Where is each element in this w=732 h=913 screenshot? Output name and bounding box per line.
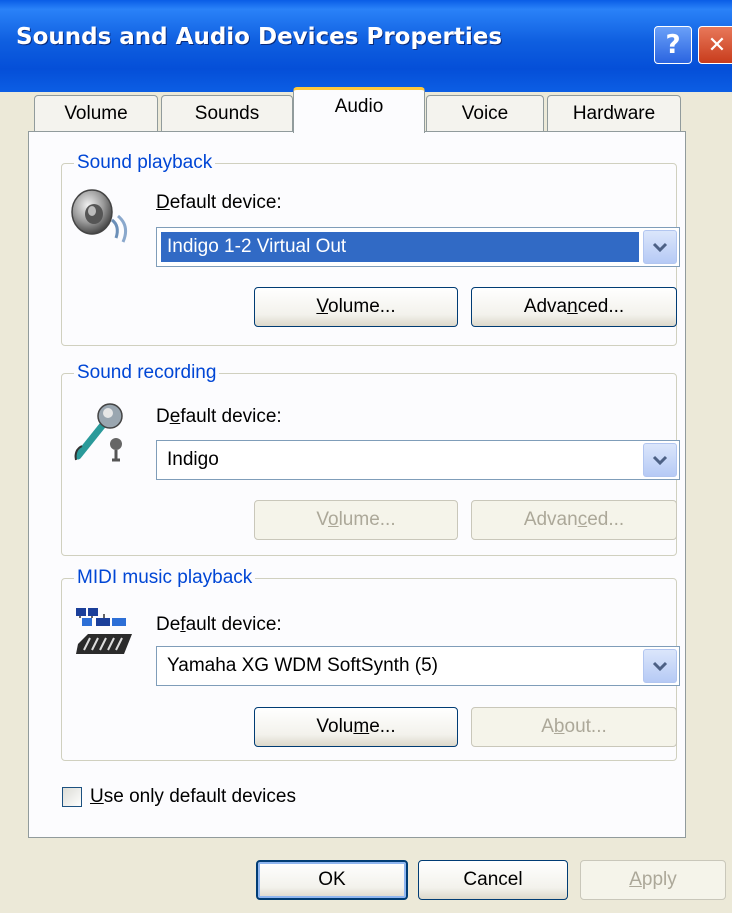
tab-sounds[interactable]: Sounds (161, 95, 293, 131)
apply-button: Apply (580, 860, 726, 900)
midi-default-device-label: Default device: (156, 614, 282, 635)
recording-device-select[interactable]: Indigo (156, 440, 680, 480)
microphone-icon (74, 403, 123, 462)
midi-volume-button[interactable]: Volume... (254, 707, 458, 747)
recording-device-value: Indigo (167, 449, 219, 470)
close-icon: ✕ (707, 32, 727, 58)
playback-device-select[interactable]: Indigo 1-2 Virtual Out (156, 227, 680, 267)
midi-playback-label: MIDI music playback (74, 567, 256, 589)
button-label: Volume... (316, 509, 396, 530)
tab-label: Hardware (572, 102, 656, 124)
tab-label: Audio (334, 96, 384, 117)
sound-playback-label: Sound playback (74, 152, 216, 174)
tab-hardware[interactable]: Hardware (547, 95, 681, 131)
midi-device-value: Yamaha XG WDM SoftSynth (5) (167, 655, 439, 676)
cancel-button[interactable]: Cancel (418, 860, 568, 900)
button-label: Apply (629, 869, 677, 890)
chevron-down-icon[interactable] (643, 230, 677, 264)
tab-label: Volume (64, 102, 128, 124)
use-default-devices-label[interactable]: Use only default devices (90, 786, 296, 808)
button-label: Advanced... (523, 296, 625, 317)
speaker-icon (71, 189, 128, 243)
playback-device-value: Indigo 1-2 Virtual Out (161, 232, 639, 262)
chevron-down-icon[interactable] (643, 443, 677, 477)
window-title: Sounds and Audio Devices Properties (16, 24, 503, 50)
button-label: Volume... (316, 296, 396, 317)
use-default-devices-checkbox[interactable] (62, 787, 82, 807)
tab-label: Sounds (194, 102, 260, 124)
button-label: Cancel (463, 869, 523, 890)
close-button[interactable]: ✕ (698, 26, 732, 64)
button-label: Volume... (316, 716, 396, 737)
playback-volume-button[interactable]: Volume... (254, 287, 458, 327)
title-bar: Sounds and Audio Devices Properties ? ✕ (0, 0, 732, 92)
playback-default-device-label: Default device: (156, 192, 282, 213)
ok-button[interactable]: OK (256, 860, 408, 900)
recording-advanced-button: Advanced... (471, 500, 677, 540)
midi-keyboard-icon (76, 608, 132, 654)
recording-volume-button: Volume... (254, 500, 458, 540)
tab-voice[interactable]: Voice (426, 95, 544, 131)
playback-advanced-button[interactable]: Advanced... (471, 287, 677, 327)
midi-about-button: About... (471, 707, 677, 747)
tab-label: Voice (461, 102, 509, 124)
help-button[interactable]: ? (654, 26, 692, 64)
recording-default-device-label: Default device: (156, 406, 282, 427)
button-label: Advanced... (523, 509, 625, 530)
tab-volume[interactable]: Volume (34, 95, 158, 131)
chevron-down-icon[interactable] (643, 649, 677, 683)
help-icon: ? (665, 30, 681, 60)
button-label: About... (541, 716, 607, 737)
button-label: OK (318, 869, 346, 890)
sound-recording-label: Sound recording (74, 362, 220, 384)
midi-device-select[interactable]: Yamaha XG WDM SoftSynth (5) (156, 646, 680, 686)
tab-audio[interactable]: Audio (293, 87, 425, 133)
